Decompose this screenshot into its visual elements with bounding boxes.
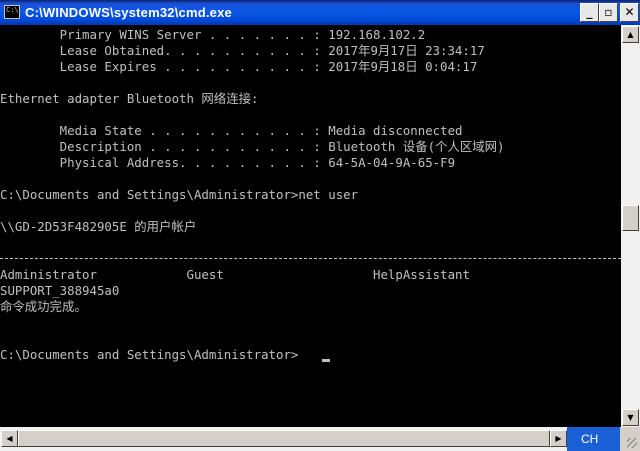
console-prompt: C:\Documents and Settings\Administrator> <box>0 347 299 362</box>
console-line: Description . . . . . . . . . . . : Blue… <box>0 139 505 154</box>
minimize-button[interactable]: _ <box>580 3 599 22</box>
scroll-down-button[interactable]: ▼ <box>622 409 639 426</box>
console-line: Lease Obtained. . . . . . . . . . : 2017… <box>0 43 485 58</box>
cmd-window: C:\ C:\WINDOWS\system32\cmd.exe _ ▫ ✕ Pr… <box>0 0 640 451</box>
console-line: Lease Expires . . . . . . . . . . : 2017… <box>0 59 478 74</box>
text-cursor <box>322 359 330 362</box>
vertical-scroll-thumb[interactable] <box>622 205 639 231</box>
console-line: Administrator Guest HelpAssistant <box>0 267 470 282</box>
console-line: 命令成功完成。 <box>0 299 87 314</box>
resize-grip[interactable] <box>620 427 640 451</box>
ime-language-indicator[interactable]: CH <box>567 427 620 451</box>
console-output[interactable]: Primary WINS Server . . . . . . . : 192.… <box>0 25 621 427</box>
console-line: \\GD-2D53F482905E 的用户帐户 <box>0 219 197 234</box>
scroll-left-button[interactable]: ◀ <box>1 430 18 447</box>
resize-grip-icon <box>627 438 637 448</box>
console-line: C:\Documents and Settings\Administrator>… <box>0 187 359 202</box>
scroll-up-button[interactable]: ▲ <box>622 26 639 43</box>
console-line: Ethernet adapter Bluetooth 网络连接: <box>0 91 259 106</box>
separator-line <box>0 258 621 259</box>
horizontal-scroll-thumb[interactable] <box>18 430 550 447</box>
console-line: Media State . . . . . . . . . . . : Medi… <box>0 123 463 138</box>
console-app-icon[interactable]: C:\ <box>4 5 20 19</box>
scroll-right-button[interactable]: ▶ <box>550 430 567 447</box>
vertical-scrollbar[interactable]: ▲ ▼ <box>621 25 640 427</box>
title-bar[interactable]: C:\ C:\WINDOWS\system32\cmd.exe _ ▫ ✕ <box>0 0 640 25</box>
ime-label: CH <box>581 432 599 446</box>
window-title: C:\WINDOWS\system32\cmd.exe <box>25 5 232 20</box>
close-button[interactable]: ✕ <box>620 3 639 22</box>
console-line: SUPPORT_388945a0 <box>0 283 120 298</box>
console-line: Physical Address. . . . . . . . . : 64-5… <box>0 155 456 170</box>
horizontal-scrollbar[interactable]: ◀ ▶ <box>0 427 640 451</box>
maximize-button[interactable]: ▫ <box>599 3 618 22</box>
console-line: Primary WINS Server . . . . . . . : 192.… <box>0 27 426 42</box>
